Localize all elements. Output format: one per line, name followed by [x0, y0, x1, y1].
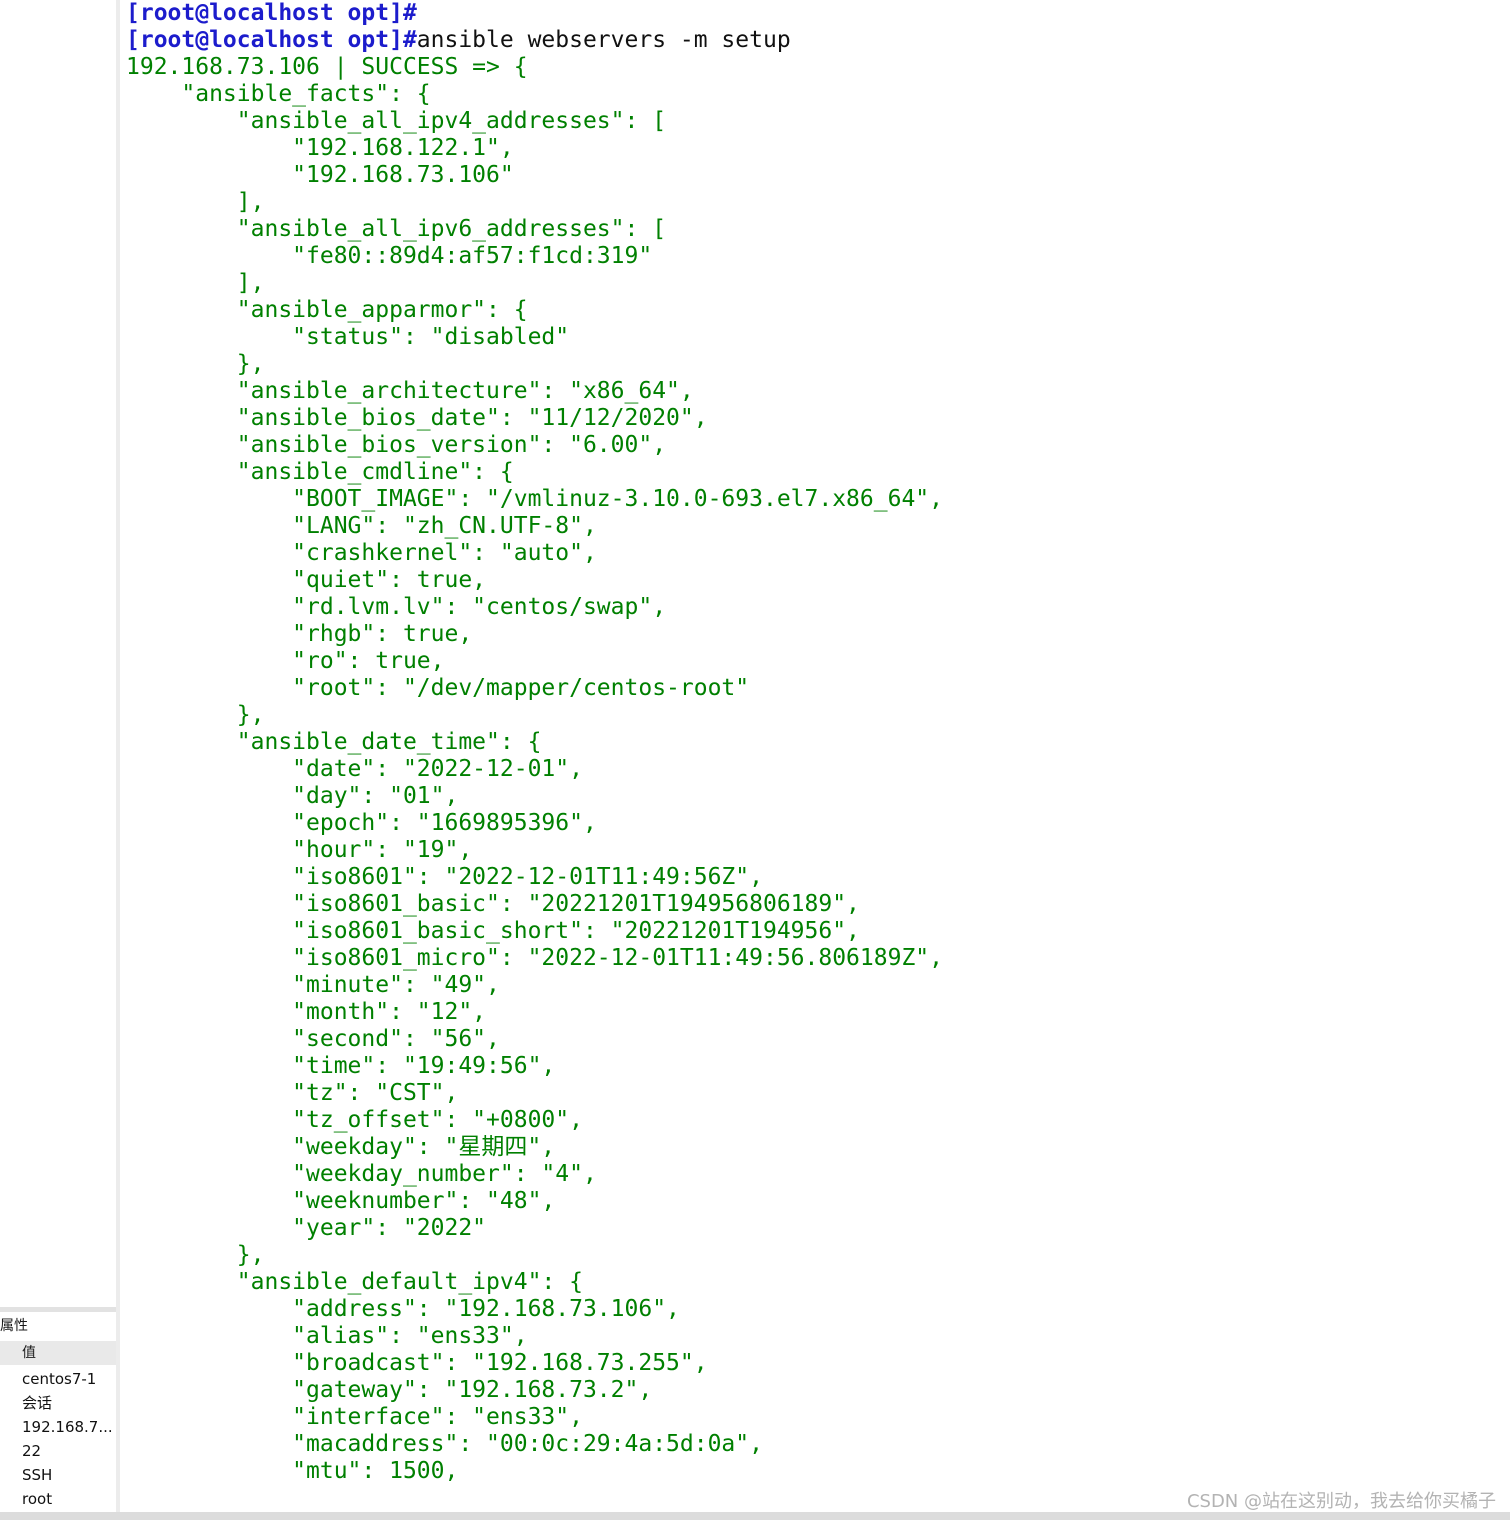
bottom-scroll-bar[interactable]: [0, 1512, 1510, 1520]
output-line: "gateway": "192.168.73.2",: [126, 1377, 653, 1403]
output-line: "192.168.122.1",: [126, 135, 514, 161]
output-line: "iso8601_micro": "2022-12-01T11:49:56.80…: [126, 945, 943, 971]
output-line: 192.168.73.106 | SUCCESS => {: [126, 54, 528, 80]
output-line: "weekday_number": "4",: [126, 1161, 597, 1187]
output-line: "fe80::89d4:af57:f1cd:319": [126, 243, 653, 269]
output-line: "ansible_architecture": "x86_64",: [126, 378, 694, 404]
output-line: "LANG": "zh_CN.UTF-8",: [126, 513, 597, 539]
output-line: "hour": "19",: [126, 837, 473, 863]
output-line: "weekday": "星期四",: [126, 1134, 556, 1160]
output-line: "epoch": "1669895396",: [126, 810, 597, 836]
sidebar-splitter[interactable]: [0, 1307, 116, 1312]
terminal-lines: [root@localhost opt]# [root@localhost op…: [126, 0, 943, 1485]
output-line: "root": "/dev/mapper/centos-root": [126, 675, 750, 701]
output-line: "rhgb": true,: [126, 621, 473, 647]
session-sidebar: 属性 值 centos7-1 会话 192.168.7... 22 SSH ro…: [0, 0, 116, 1520]
properties-panel-title: 属性: [0, 1318, 28, 1334]
command-line: [root@localhost opt]#ansible webservers …: [126, 27, 943, 54]
output-line: "second": "56",: [126, 1026, 500, 1052]
output-line: "ansible_apparmor": {: [126, 297, 528, 323]
shell-prompt: [root@localhost opt]#: [126, 27, 417, 53]
output-line: "macaddress": "00:0c:29:4a:5d:0a",: [126, 1431, 763, 1457]
output-line: "rd.lvm.lv": "centos/swap",: [126, 594, 667, 620]
output-line: ],: [126, 270, 265, 296]
properties-list: centos7-1 会话 192.168.7... 22 SSH root: [22, 1367, 114, 1511]
output-line: "broadcast": "192.168.73.255",: [126, 1350, 708, 1376]
output-line: "tz": "CST",: [126, 1080, 459, 1106]
output-line: "ansible_all_ipv4_addresses": [: [126, 108, 667, 134]
output-line: "iso8601": "2022-12-01T11:49:56Z",: [126, 864, 763, 890]
session-tree-area[interactable]: [0, 0, 116, 1307]
shell-prompt: [root@localhost opt]#: [126, 0, 417, 26]
property-port-value: 22: [22, 1442, 42, 1460]
output-line: "BOOT_IMAGE": "/vmlinuz-3.10.0-693.el7.x…: [126, 486, 943, 512]
output-line: "ansible_facts": {: [126, 81, 431, 107]
output-line: "year": "2022": [126, 1215, 487, 1241]
output-line: },: [126, 702, 265, 728]
output-line: "ansible_date_time": {: [126, 729, 542, 755]
output-line: },: [126, 1242, 265, 1268]
output-line: "status": "disabled": [126, 324, 570, 350]
output-line: "address": "192.168.73.106",: [126, 1296, 680, 1322]
property-user-value: root: [22, 1490, 53, 1508]
output-line: "mtu": 1500,: [126, 1458, 459, 1484]
output-line: "ansible_cmdline": {: [126, 459, 514, 485]
output-line: "ansible_bios_date": "11/12/2020",: [126, 405, 708, 431]
output-line: "ansible_bios_version": "6.00",: [126, 432, 667, 458]
output-line: "ansible_all_ipv6_addresses": [: [126, 216, 667, 242]
terminal-output-area[interactable]: [root@localhost opt]# [root@localhost op…: [120, 0, 1510, 1512]
output-line: "minute": "49",: [126, 972, 500, 998]
output-line: "interface": "ens33",: [126, 1404, 583, 1430]
output-line: "ro": true,: [126, 648, 445, 674]
property-type-value: 会话: [22, 1394, 53, 1412]
csdn-watermark: CSDN @站在这别动，我去给你买橘子: [1186, 1491, 1496, 1512]
output-line: "crashkernel": "auto",: [126, 540, 597, 566]
output-line: "date": "2022-12-01",: [126, 756, 583, 782]
terminal-app-window: 属性 值 centos7-1 会话 192.168.7... 22 SSH ro…: [0, 0, 1510, 1520]
output-line: "quiet": true,: [126, 567, 487, 593]
output-line: "time": "19:49:56",: [126, 1053, 556, 1079]
output-line: ],: [126, 189, 265, 215]
output-line: "iso8601_basic_short": "20221201T194956"…: [126, 918, 860, 944]
entered-command: ansible webservers -m setup: [416, 27, 791, 53]
output-line: "alias": "ens33",: [126, 1323, 528, 1349]
property-host-value: 192.168.7...: [22, 1418, 113, 1436]
output-line: "tz_offset": "+0800",: [126, 1107, 583, 1133]
output-line: },: [126, 351, 265, 377]
output-line: "ansible_default_ipv4": {: [126, 1269, 583, 1295]
output-line: "month": "12",: [126, 999, 487, 1025]
output-line: "iso8601_basic": "20221201T194956806189"…: [126, 891, 860, 917]
properties-column-header[interactable]: 值: [0, 1341, 116, 1365]
property-name-value: centos7-1: [22, 1370, 97, 1388]
value-column-label: 值: [22, 1345, 36, 1361]
property-protocol-value: SSH: [22, 1466, 53, 1484]
output-line: "day": "01",: [126, 783, 459, 809]
prompt-line: [root@localhost opt]#: [126, 0, 943, 27]
output-line: "192.168.73.106": [126, 162, 514, 188]
output-line: "weeknumber": "48",: [126, 1188, 556, 1214]
